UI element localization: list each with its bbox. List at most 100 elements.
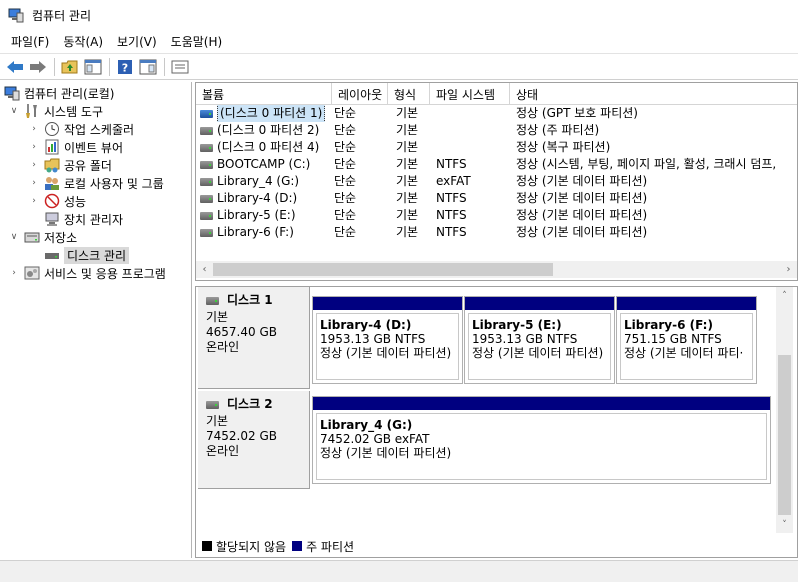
- column-header-filesystem[interactable]: 파일 시스템: [430, 83, 510, 105]
- table-row[interactable]: Library_4 (G:) 단순 기본 exFAT 정상 (기본 데이터 파티…: [196, 173, 797, 190]
- vertical-scrollbar[interactable]: ˄ ˅: [776, 287, 793, 533]
- partition-name: Library-6 (F:): [624, 318, 713, 332]
- disk-icon: [206, 400, 219, 409]
- partition-type-bar: [313, 397, 770, 410]
- partition-block[interactable]: Library-5 (E:) 1953.13 GB NTFS 정상 (기본 데이…: [464, 296, 615, 384]
- clock-icon: [44, 121, 60, 137]
- table-row[interactable]: Library-6 (F:) 단순 기본 NTFS 정상 (기본 데이터 파티션…: [196, 224, 797, 241]
- chevron-down-icon[interactable]: ∨: [8, 105, 20, 117]
- table-row[interactable]: (디스크 0 파티션 1) 단순 기본 정상 (GPT 보호 파티션): [196, 105, 797, 122]
- volume-cell: Library_4 (G:): [200, 173, 328, 190]
- column-header-volume[interactable]: 볼륨: [196, 83, 332, 105]
- filesystem-cell: NTFS: [436, 208, 467, 222]
- scroll-up-icon[interactable]: ˄: [776, 287, 793, 304]
- disk-info[interactable]: 디스크 1 기본 4657.40 GB 온라인: [198, 287, 310, 389]
- tree-item-services-apps[interactable]: › 서비스 및 응용 프로그램: [8, 264, 166, 282]
- tree-item-local-users[interactable]: › 로컬 사용자 및 그룹: [28, 174, 164, 192]
- chevron-down-icon[interactable]: ∨: [8, 231, 20, 243]
- partition-name: Library_4 (G:): [320, 418, 413, 432]
- partition-body: Library-4 (D:) 1953.13 GB NTFS 정상 (기본 데이…: [316, 313, 459, 380]
- type-cell: 기본: [396, 225, 419, 239]
- partition-body: Library-5 (E:) 1953.13 GB NTFS 정상 (기본 데이…: [468, 313, 611, 380]
- table-row[interactable]: Library-4 (D:) 단순 기본 NTFS 정상 (기본 데이터 파티션…: [196, 190, 797, 207]
- partition-block[interactable]: Library_4 (G:) 7452.02 GB exFAT 정상 (기본 데…: [312, 396, 771, 484]
- volume-name: (디스크 0 파티션 2): [217, 123, 320, 137]
- type-cell: 기본: [396, 191, 419, 205]
- chevron-right-icon[interactable]: ›: [28, 195, 40, 207]
- partition-size: 751.15 GB NTFS: [624, 332, 722, 346]
- tree-item-task-scheduler[interactable]: › 작업 스케줄러: [28, 120, 134, 138]
- disk-size: 7452.02 GB: [206, 429, 277, 443]
- disk-info[interactable]: 디스크 2 기본 7452.02 GB 온라인: [198, 391, 310, 489]
- drive-icon: [200, 228, 213, 237]
- volume-cell: (디스크 0 파티션 1): [200, 105, 328, 122]
- tree-item-performance[interactable]: › 성능: [28, 192, 86, 210]
- show-hide-tree-icon[interactable]: [82, 56, 104, 78]
- volume-name: (디스크 0 파티션 4): [217, 140, 320, 154]
- scrollbar-thumb[interactable]: [213, 263, 553, 276]
- tree-item-device-manager[interactable]: 장치 관리자: [44, 210, 123, 228]
- menu-view[interactable]: 보기(V): [110, 33, 164, 50]
- device-manager-icon: [44, 211, 60, 227]
- column-header-layout[interactable]: 레이아웃: [332, 83, 388, 105]
- volume-cell: (디스크 0 파티션 4): [200, 139, 328, 156]
- chevron-right-icon[interactable]: ›: [28, 123, 40, 135]
- status-cell: 정상 (주 파티션): [516, 123, 600, 137]
- tree-item-root[interactable]: 컴퓨터 관리(로컬): [4, 84, 114, 102]
- menu-bar: 파일(F) 동작(A) 보기(V) 도움말(H): [0, 30, 798, 52]
- properties-icon[interactable]: [137, 56, 159, 78]
- tree-item-event-viewer[interactable]: › 이벤트 뷰어: [28, 138, 123, 156]
- drive-icon: [200, 177, 213, 186]
- tree-item-shared-folders[interactable]: › 공유 폴더: [28, 156, 112, 174]
- tree-item-label: 시스템 도구: [44, 104, 104, 119]
- volume-name: Library-4 (D:): [217, 191, 298, 205]
- chevron-right-icon[interactable]: ›: [28, 141, 40, 153]
- back-icon[interactable]: [4, 56, 26, 78]
- tree-item-system-tools[interactable]: ∨ 시스템 도구: [8, 102, 103, 120]
- menu-help[interactable]: 도움말(H): [164, 33, 230, 50]
- table-row[interactable]: BOOTCAMP (C:) 단순 기본 NTFS 정상 (시스템, 부팅, 페이…: [196, 156, 797, 173]
- drive-icon: [200, 143, 213, 152]
- partition-block[interactable]: Library-6 (F:) 751.15 GB NTFS 정상 (기본 데이터…: [616, 296, 757, 384]
- column-header-type[interactable]: 형식: [388, 83, 430, 105]
- chevron-right-icon[interactable]: ›: [28, 159, 40, 171]
- partition-status: 정상 (기본 데이터 파티션): [472, 346, 604, 360]
- tree-item-disk-management[interactable]: 디스크 관리: [44, 246, 130, 264]
- table-row[interactable]: (디스크 0 파티션 4) 단순 기본 정상 (복구 파티션): [196, 139, 797, 156]
- table-row[interactable]: Library-5 (E:) 단순 기본 NTFS 정상 (기본 데이터 파티션…: [196, 207, 797, 224]
- layout-cell: 단순: [334, 123, 357, 137]
- menu-file[interactable]: 파일(F): [4, 33, 56, 50]
- scroll-down-icon[interactable]: ˅: [776, 516, 793, 533]
- console-icon[interactable]: [169, 56, 191, 78]
- type-cell: 기본: [396, 140, 419, 154]
- forward-icon[interactable]: [27, 56, 49, 78]
- storage-icon: [24, 229, 40, 245]
- svg-text:?: ?: [122, 61, 128, 74]
- window-title: 컴퓨터 관리: [32, 8, 92, 23]
- tools-icon: [24, 103, 40, 119]
- chevron-right-icon[interactable]: ›: [8, 267, 20, 279]
- partition-name: Library-5 (E:): [472, 318, 562, 332]
- column-header-status[interactable]: 상태: [510, 83, 797, 105]
- volume-cell: Library-6 (F:): [200, 224, 328, 241]
- chevron-right-icon[interactable]: ›: [28, 177, 40, 189]
- horizontal-scrollbar[interactable]: ‹ ›: [196, 261, 797, 278]
- volume-list: 볼륨 레이아웃 형식 파일 시스템 상태 (디스크 0 파티션 1) 단순 기본…: [195, 82, 798, 281]
- computer-management-icon: [4, 85, 20, 101]
- scrollbar-thumb[interactable]: [778, 355, 791, 515]
- up-folder-icon[interactable]: [59, 56, 81, 78]
- partition-block[interactable]: Library-4 (D:) 1953.13 GB NTFS 정상 (기본 데이…: [312, 296, 463, 384]
- volume-cell: Library-4 (D:): [200, 190, 328, 207]
- partition-status: 정상 (기본 데이터 파티션): [320, 446, 452, 460]
- volume-name: (디스크 0 파티션 1): [217, 105, 326, 122]
- help-icon[interactable]: ?: [114, 56, 136, 78]
- table-row[interactable]: (디스크 0 파티션 2) 단순 기본 정상 (주 파티션): [196, 122, 797, 139]
- tree-item-storage[interactable]: ∨ 저장소: [8, 228, 77, 246]
- scroll-right-icon[interactable]: ›: [780, 261, 797, 278]
- menu-action[interactable]: 동작(A): [56, 33, 110, 50]
- filesystem-cell: NTFS: [436, 191, 467, 205]
- tree-item-label: 성능: [64, 194, 87, 209]
- drive-icon: [200, 211, 213, 220]
- scroll-left-icon[interactable]: ‹: [196, 261, 213, 278]
- partition-status: 정상 (기본 데이터 파티션): [320, 346, 452, 360]
